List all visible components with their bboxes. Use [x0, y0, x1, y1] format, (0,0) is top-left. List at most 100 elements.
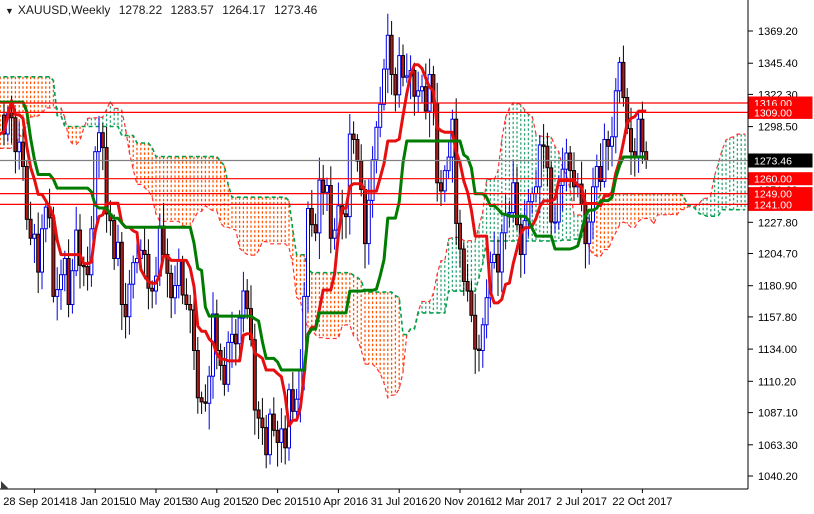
y-axis-label: 1345.40 [758, 58, 798, 70]
candle-body [113, 221, 116, 259]
candle-body [181, 261, 184, 295]
candle-body [33, 234, 36, 238]
candle-body [500, 233, 503, 272]
candle-body [75, 230, 78, 271]
candle-body [641, 119, 644, 152]
candle-body [60, 275, 63, 290]
candle-body [478, 349, 481, 350]
candle-body [504, 214, 507, 233]
candle-body [14, 118, 17, 152]
candle-body [497, 254, 500, 272]
candle-body [22, 142, 25, 166]
candle-body [379, 104, 382, 127]
x-axis[interactable]: 28 Sep 201418 Jan 201510 May 201530 Aug … [0, 481, 748, 508]
ohlc-close-value: 1273.46 [274, 3, 317, 17]
symbol-dropdown-icon[interactable]: ▼ [5, 6, 14, 16]
candle-body [538, 145, 541, 187]
candle-body [162, 226, 165, 254]
candle-body [531, 194, 534, 202]
x-axis-label: 2 Jul 2017 [556, 496, 607, 508]
candle-body [322, 180, 325, 192]
y-axis-label: 1134.00 [758, 344, 797, 356]
price-line-tag-value: 1309.00 [754, 107, 792, 119]
candle-body [193, 310, 196, 351]
candle-body [307, 209, 310, 297]
candle-body [485, 298, 488, 325]
y-axis-label: 1063.30 [758, 440, 798, 452]
y-axis-label: 1369.20 [758, 26, 798, 38]
candle-body [269, 414, 272, 455]
candle-body [440, 183, 443, 191]
x-axis-label: 12 Mar 2017 [490, 496, 552, 508]
candle-body [595, 167, 598, 187]
candle-body [364, 190, 367, 244]
candle-body [508, 213, 511, 214]
candle-body [371, 160, 374, 201]
price-line-tag-value: 1241.00 [754, 199, 792, 211]
candle-body [63, 259, 66, 275]
scroll-marker-icon [1, 481, 9, 489]
candle-body [367, 200, 370, 243]
candle-body [189, 305, 192, 310]
candle-body [272, 414, 275, 430]
x-axis-label: 30 Aug 2015 [186, 496, 248, 508]
candle-body [516, 183, 519, 225]
candle-body [618, 62, 621, 90]
candle-body [29, 219, 32, 238]
price-line-tag-value: 1260.00 [754, 174, 792, 186]
candle-body [44, 207, 47, 229]
candle-body [356, 140, 359, 162]
candle-body [204, 402, 207, 403]
candle-body [462, 249, 465, 282]
candle-body [459, 223, 462, 249]
y-axis-label: 1227.80 [758, 217, 798, 229]
candle-body [466, 282, 469, 292]
candle-body [177, 261, 180, 285]
chart-window: ▼XAUUSD,Weekly 1278.22 1283.57 1264.17 1… [0, 0, 814, 514]
candle-body [314, 225, 317, 233]
candle-body [637, 119, 640, 157]
x-axis-label: 31 Jul 2016 [371, 496, 428, 508]
candle-body [428, 75, 431, 112]
candle-body [238, 318, 241, 344]
candle-body [326, 186, 329, 193]
candle-body [101, 133, 104, 148]
candle-body [82, 265, 85, 266]
candle-body [227, 342, 230, 384]
candle-body [561, 169, 564, 185]
plot-area[interactable] [0, 14, 748, 469]
candle-body [333, 230, 336, 238]
y-axis-label: 1040.20 [758, 471, 798, 483]
x-axis-label: 20 Dec 2015 [246, 496, 308, 508]
candle-body [124, 305, 127, 317]
candle-body [470, 291, 473, 315]
candle-body [474, 315, 477, 349]
candle-body [265, 428, 268, 455]
current-price-tag-value: 1273.46 [754, 156, 792, 168]
candle-body [174, 286, 177, 298]
candle-body [242, 291, 245, 318]
candle-body [120, 242, 123, 304]
candle-body [421, 87, 424, 91]
candle-body [630, 129, 633, 152]
candle-body [550, 168, 553, 222]
candle-body [280, 429, 283, 443]
candle-body [132, 263, 135, 285]
y-axis[interactable]: 1369.201345.401322.301298.501274.701251.… [748, 0, 813, 489]
x-axis-label: 22 Oct 2017 [612, 496, 672, 508]
candle-body [611, 137, 614, 147]
candle-body [25, 167, 28, 220]
candle-body [413, 71, 416, 97]
candle-body [276, 430, 279, 442]
candle-body [398, 56, 401, 95]
candle-body [394, 75, 397, 95]
price-chart[interactable]: 1369.201345.401322.301298.501274.701251.… [0, 0, 814, 514]
candle-body [386, 35, 389, 69]
y-axis-label: 1204.70 [758, 249, 798, 261]
candle-body [405, 76, 408, 77]
candle-body [295, 399, 298, 411]
candle-body [257, 410, 260, 418]
candle-body [542, 145, 545, 146]
ohlc-low-value: 1264.17 [222, 3, 265, 17]
y-axis-label: 1180.90 [758, 281, 797, 293]
